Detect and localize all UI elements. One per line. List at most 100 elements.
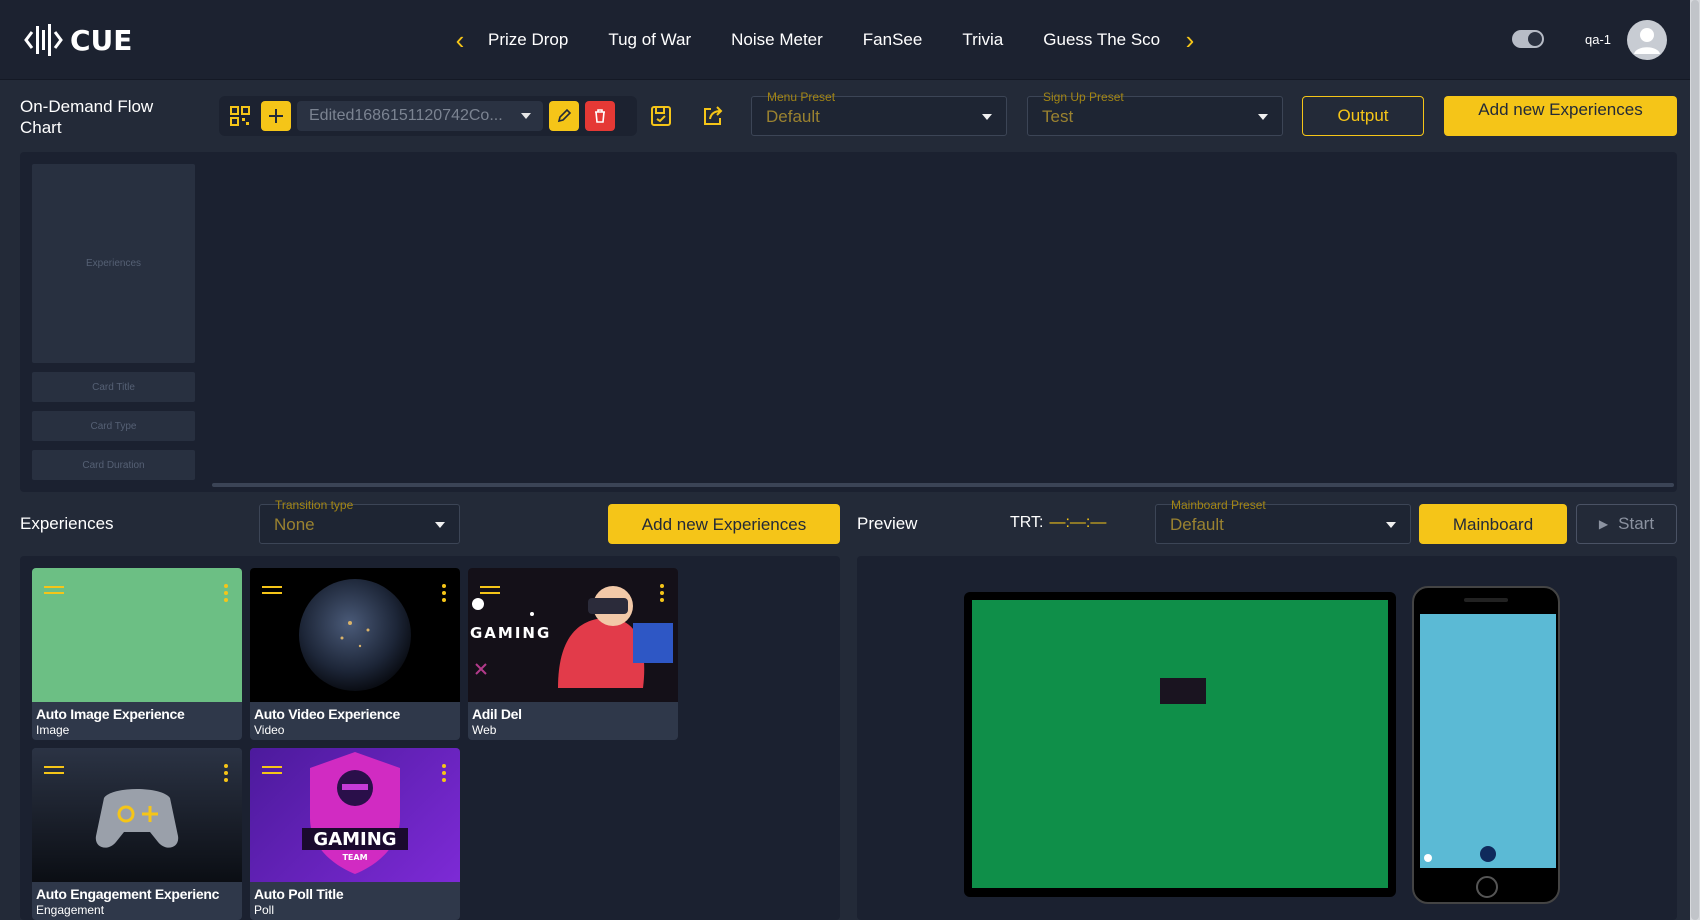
experiences-title: Experiences: [20, 514, 114, 533]
page-scrollbar-thumb[interactable]: [1691, 0, 1699, 920]
experience-nav: ‹ Prize Drop Tug of War Noise Meter FanS…: [440, 22, 1210, 58]
drag-handle-icon[interactable]: [262, 766, 282, 778]
experience-card[interactable]: Auto Image Experience Image: [32, 568, 242, 740]
qr-code-icon: [230, 106, 250, 126]
preview-dot-icon: [1424, 854, 1432, 862]
mobile-preview-screen: [1420, 614, 1556, 868]
more-options-icon[interactable]: [224, 764, 228, 785]
preview-thumbnail-image: [1160, 678, 1206, 704]
more-options-icon[interactable]: [660, 584, 664, 605]
nav-prev-icon[interactable]: ‹: [440, 25, 480, 56]
canvas-scrollbar[interactable]: [212, 483, 1674, 487]
flow-chart-canvas[interactable]: Experiences Card Title Card Type Card Du…: [20, 152, 1677, 492]
add-flow-button[interactable]: [261, 101, 291, 131]
delete-flow-button[interactable]: [585, 101, 615, 131]
legend-experiences: Experiences: [32, 164, 195, 363]
trash-icon: [595, 109, 605, 123]
drag-handle-icon[interactable]: [44, 586, 64, 598]
more-options-icon[interactable]: [224, 584, 228, 605]
signup-preset-value: Test: [1042, 107, 1074, 126]
experience-card[interactable]: GAMING TEAM Auto Poll Title Poll: [250, 748, 460, 920]
share-flow-button[interactable]: [698, 101, 728, 131]
experience-card[interactable]: Auto Video Experience Video: [250, 568, 460, 740]
chevron-down-icon: [1258, 114, 1268, 120]
chevron-down-icon: [435, 522, 445, 528]
save-flow-button[interactable]: [646, 101, 676, 131]
more-options-icon[interactable]: [442, 584, 446, 605]
start-label: Start: [1618, 514, 1655, 533]
card-title: Auto Video Experience: [254, 706, 400, 722]
experience-card[interactable]: GAMING Adil Del Web: [468, 568, 678, 740]
nav-next-icon[interactable]: ›: [1170, 25, 1210, 56]
user-icon: [1634, 28, 1660, 54]
flow-select[interactable]: Edited1686151120742Co...: [297, 101, 543, 131]
drag-handle-icon[interactable]: [480, 586, 500, 598]
nav-items: Prize Drop Tug of War Noise Meter FanSee…: [480, 30, 1170, 50]
start-button[interactable]: ▶ Start: [1576, 504, 1677, 544]
username: qa-1: [1585, 32, 1612, 47]
phone-speaker: [1464, 598, 1508, 602]
top-bar: CUE ‹ Prize Drop Tug of War Noise Meter …: [0, 0, 1700, 80]
experiences-panel: Auto Image Experience Image Auto Video E…: [20, 556, 840, 920]
chevron-down-icon: [521, 113, 531, 119]
card-type: Video: [254, 723, 285, 737]
drag-handle-icon[interactable]: [44, 766, 64, 778]
trt-readout: TRT: —:—:—: [1010, 514, 1106, 532]
page-scrollbar[interactable]: [1690, 0, 1700, 920]
mainboard-preset-label: Mainboard Preset: [1171, 498, 1266, 512]
card-title: Auto Engagement Experienc: [36, 886, 220, 902]
drag-handle-icon[interactable]: [262, 586, 282, 598]
plus-icon: [269, 109, 283, 123]
qr-code-button[interactable]: [225, 101, 255, 131]
card-type: Poll: [254, 903, 275, 917]
mobile-preview-phone: [1412, 586, 1560, 904]
transition-type-label: Transition type: [275, 498, 354, 512]
transition-type-select[interactable]: Transition type None: [259, 498, 460, 544]
nav-item-tug-of-war[interactable]: Tug of War: [588, 30, 711, 50]
card-title: Auto Poll Title: [254, 886, 344, 902]
experience-card[interactable]: Auto Engagement Experienc Engagement: [32, 748, 242, 920]
nav-item-fansee[interactable]: FanSee: [843, 30, 943, 50]
theme-toggle[interactable]: [1512, 30, 1544, 48]
menu-preset-label: Menu Preset: [767, 90, 836, 104]
signup-preset-label: Sign Up Preset: [1043, 90, 1124, 104]
cue-logo-icon: [24, 24, 63, 56]
mainboard-preview-screen: [972, 600, 1388, 888]
svg-text:TEAM: TEAM: [342, 853, 367, 862]
moon-icon: [1528, 32, 1542, 46]
chevron-down-icon: [1386, 522, 1396, 528]
chevron-down-icon: [982, 114, 992, 120]
mainboard-preview-tablet: [964, 592, 1396, 897]
menu-preset-select[interactable]: Menu Preset Default: [751, 90, 1007, 136]
nav-item-guess-the-score[interactable]: Guess The Sco: [1023, 30, 1170, 50]
card-title: Adil Del: [472, 706, 522, 722]
add-new-experiences-top-button[interactable]: Add new Experiences: [1444, 96, 1677, 136]
flow-toolbar: Edited1686151120742Co...: [219, 96, 637, 136]
svg-text:GAMING: GAMING: [313, 829, 396, 850]
mainboard-preset-select[interactable]: Mainboard Preset Default: [1155, 498, 1411, 544]
signup-preset-select[interactable]: Sign Up Preset Test: [1027, 90, 1283, 136]
legend-card-title: Card Title: [32, 372, 195, 402]
svg-text:GAMING: GAMING: [470, 624, 551, 642]
nav-item-prize-drop[interactable]: Prize Drop: [480, 30, 588, 50]
preview-title: Preview: [857, 514, 918, 533]
card-type: Image: [36, 723, 70, 737]
pencil-icon: [557, 108, 572, 123]
nav-item-trivia[interactable]: Trivia: [942, 30, 1023, 50]
more-options-icon[interactable]: [442, 764, 446, 785]
transition-type-value: None: [274, 515, 315, 534]
legend-card-type: Card Type: [32, 411, 195, 441]
play-icon: ▶: [1598, 517, 1609, 531]
avatar[interactable]: [1627, 20, 1667, 60]
share-icon: [704, 106, 723, 125]
card-title: Auto Image Experience: [36, 706, 185, 722]
mainboard-button[interactable]: Mainboard: [1419, 504, 1567, 544]
logo-text: CUE: [70, 23, 133, 57]
mainboard-preset-value: Default: [1170, 515, 1224, 534]
nav-item-noise-meter[interactable]: Noise Meter: [711, 30, 843, 50]
output-button[interactable]: Output: [1302, 96, 1424, 136]
trt-value: —:—:—: [1049, 514, 1107, 531]
edit-flow-button[interactable]: [549, 101, 579, 131]
app-logo[interactable]: CUE: [24, 20, 132, 60]
add-new-experiences-button[interactable]: Add new Experiences: [608, 504, 840, 544]
